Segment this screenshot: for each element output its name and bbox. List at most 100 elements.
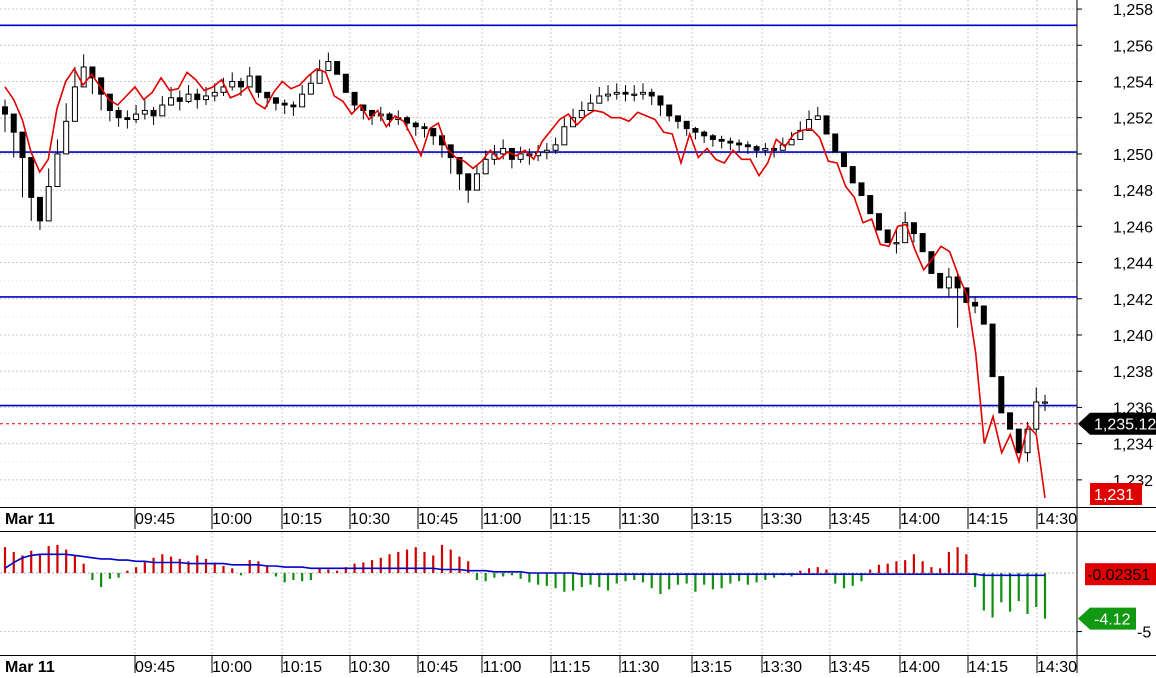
candle-body — [159, 104, 166, 117]
candle-body — [884, 229, 891, 244]
candle-body — [124, 117, 131, 121]
time-axis-label: 11:15 — [552, 511, 591, 528]
candle-body — [10, 113, 17, 133]
candle-body — [176, 97, 183, 102]
time-axis-label: 10:45 — [418, 511, 458, 528]
candle-body — [141, 109, 148, 115]
time-axis-label: 10:30 — [350, 511, 390, 528]
time-axis-label: 14:15 — [968, 511, 1008, 528]
candle-body — [657, 95, 664, 106]
candle-body — [63, 120, 70, 155]
candle-body — [980, 305, 987, 325]
candle-body — [342, 73, 349, 93]
candle-body — [430, 128, 437, 137]
price-axis-label: 1,256 — [1113, 38, 1153, 55]
candle-body — [264, 91, 271, 99]
time-axis-label: 10:00 — [212, 659, 252, 673]
candle-body — [2, 106, 8, 115]
candle-body — [386, 113, 393, 121]
candle-body — [185, 93, 192, 102]
candle-body — [54, 153, 61, 188]
candle-body — [893, 242, 900, 245]
indicator-badge-red-text: -0.02351 — [1087, 567, 1150, 584]
time-axis-label: 13:30 — [762, 659, 802, 673]
candle-body — [998, 376, 1005, 414]
time-axis-label: 10:15 — [282, 659, 322, 673]
candle-body — [639, 91, 646, 95]
candle-body — [972, 301, 979, 307]
price-axis-label: 1,246 — [1113, 219, 1153, 236]
candle-body — [937, 272, 944, 289]
time-axis-label: 13:45 — [830, 659, 870, 673]
candle-body — [578, 109, 585, 119]
candle-body — [19, 131, 26, 159]
price-axis-label: 1,238 — [1113, 364, 1153, 381]
time-axis-label: 09:45 — [135, 511, 175, 528]
price-axis-label: 1,234 — [1113, 437, 1153, 454]
candle-body — [718, 138, 725, 142]
candle-body — [150, 109, 157, 117]
candle-body — [849, 166, 856, 184]
time-axis-label: 13:45 — [830, 511, 870, 528]
candle-body — [858, 182, 865, 197]
price-axis-label: 1,250 — [1113, 147, 1153, 164]
candle-body — [814, 115, 821, 121]
time-axis-label: 11:30 — [621, 511, 660, 528]
candle-body — [281, 102, 288, 106]
candle-body — [1033, 401, 1040, 430]
candle-body — [875, 213, 882, 231]
candle-body — [561, 126, 568, 146]
indicator-badge-green-text: -4.12 — [1094, 612, 1131, 629]
price-axis-label: 1,248 — [1113, 183, 1153, 200]
candle-body — [412, 122, 419, 128]
time-axis-label: 13:30 — [762, 511, 802, 528]
price-badge-red-text: 1,231 — [1094, 487, 1134, 504]
candle-body — [666, 104, 673, 117]
candle-body — [255, 75, 262, 93]
time-axis-label: 14:30 — [1037, 659, 1077, 673]
candle-body — [622, 91, 629, 95]
candle-body — [753, 146, 760, 151]
candle-body — [421, 126, 428, 130]
candle-body — [840, 151, 847, 168]
candle-body — [674, 115, 681, 122]
candle-body — [482, 158, 489, 175]
time-axis-label: 11:00 — [483, 511, 522, 528]
time-axis-label: 10:30 — [350, 659, 390, 673]
candle-body — [736, 142, 743, 146]
candle-body — [45, 186, 52, 222]
candle-body — [500, 147, 507, 155]
chart-window: 1,232 1,234 1,236 1,238 1,240 1,242 1,244 1,246… — [0, 0, 1156, 677]
time-axis-label: 11:00 — [483, 659, 522, 673]
candle-body — [36, 196, 43, 222]
candle-body — [229, 80, 236, 88]
candle-body — [832, 133, 839, 153]
time-axis-label: 14:30 — [1037, 511, 1077, 528]
candle-body — [683, 120, 690, 130]
candle-body — [237, 80, 244, 88]
candle-body — [701, 131, 708, 137]
candle-body — [552, 144, 559, 151]
candle-body — [133, 113, 140, 121]
time-axis-label: 11:15 — [552, 659, 591, 673]
candle-body — [351, 91, 358, 106]
time-axis-label: 10:15 — [282, 511, 322, 528]
candle-body — [867, 195, 874, 215]
price-badge-dark-text: 1,235.12 — [1094, 417, 1156, 434]
candle-body — [71, 86, 78, 122]
date-label: Mar 11 — [5, 511, 55, 528]
candle-body — [762, 147, 769, 151]
candle-body — [910, 222, 917, 235]
candle-body — [823, 115, 830, 135]
price-axis-label: 1,258 — [1113, 2, 1153, 19]
candle-body — [596, 95, 603, 104]
time-axis-label: 13:15 — [692, 659, 732, 673]
candle-body — [404, 117, 411, 124]
price-axis-label: 1,244 — [1113, 256, 1153, 273]
candle-body — [587, 102, 594, 111]
candle-body — [106, 93, 113, 111]
candle-body — [465, 173, 472, 191]
time-axis-label: 09:45 — [135, 659, 175, 673]
candle-body — [605, 93, 612, 97]
chart-svg: 1,2321,2341,2361,2381,2401,2421,2441,246… — [0, 0, 1156, 677]
